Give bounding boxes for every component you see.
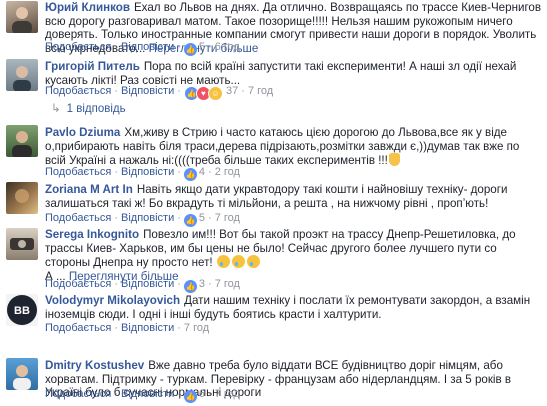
reply-button[interactable]: Відповісти xyxy=(121,278,174,290)
avatar[interactable]: BB xyxy=(6,294,38,326)
reply-button[interactable]: Відповісти xyxy=(121,212,174,224)
reply-button[interactable]: Відповісти xyxy=(121,41,174,53)
thumbs-up-icon: 👍 xyxy=(183,214,197,227)
comment-actions: Подобається · Відповісти · 👍 4 · 2 год xyxy=(45,166,240,181)
comment-4: Zoriana M Art In Навіть якщо дати укравто… xyxy=(6,181,543,227)
crying-emoji-icon xyxy=(246,255,260,268)
reply-arrow-icon: ↳ xyxy=(51,103,61,115)
svg-text:BB: BB xyxy=(14,305,30,317)
thumbs-up-icon: 👍 xyxy=(183,168,197,181)
like-button[interactable]: Подобається xyxy=(45,322,111,334)
like-button[interactable]: Подобається xyxy=(45,388,111,400)
comment-time[interactable]: 6 год xyxy=(215,41,240,53)
reply-button[interactable]: Відповісти xyxy=(121,322,174,334)
reply-button[interactable]: Відповісти xyxy=(121,388,174,400)
like-count[interactable]: 37 xyxy=(226,85,238,97)
like-button[interactable]: Подобається xyxy=(45,85,111,97)
comment-7: Dmitry Kostushev Вже давно треба було від… xyxy=(6,357,543,405)
avatar[interactable] xyxy=(6,358,38,390)
comment-body: Volodymyr Mikolayovich Дати нашим техніку… xyxy=(45,294,543,321)
avatar[interactable] xyxy=(6,1,38,33)
comment-actions: Подобається · Відповісти · 👍 5 · 6 год xyxy=(45,41,240,56)
comment-actions: Подобається · Відповісти · 7 год xyxy=(45,322,210,334)
like-button[interactable]: Подобається xyxy=(45,278,111,290)
comment-author[interactable]: Юрий Клинков xyxy=(45,1,130,14)
like-count[interactable]: 5 xyxy=(199,41,205,53)
like-button[interactable]: Подобається xyxy=(45,212,111,224)
comment-actions: Подобається · Відповісти · 👍 3 · 7 год xyxy=(45,278,240,293)
comment-body: Zoriana M Art In Навіть якщо дати укравто… xyxy=(45,183,543,210)
comment-time[interactable]: 7 год xyxy=(215,212,240,224)
avatar[interactable] xyxy=(6,59,38,91)
comment-3: Pavlo Dziuma Хм,живу в Стрию і часто ката… xyxy=(6,124,543,181)
thumbs-up-icon: 👍 xyxy=(183,280,197,293)
comment-actions: Подобається · Відповісти · 👍 5 · 7 год xyxy=(45,212,240,227)
comment-1: Юрий Клинков Ехал во Львов на днях. Да от… xyxy=(6,0,543,56)
comment-time[interactable]: 7 год xyxy=(248,85,273,97)
thumbs-up-icon: 👍 xyxy=(183,43,197,56)
crying-emoji-icon xyxy=(231,255,245,268)
comment-body: Pavlo Dziuma Хм,живу в Стрию і часто ката… xyxy=(45,126,543,168)
comment-time[interactable]: 7 год xyxy=(215,278,240,290)
comment-time[interactable]: 2 год xyxy=(215,166,240,178)
comment-author[interactable]: Pavlo Dziuma xyxy=(45,126,120,139)
like-count[interactable]: 5 xyxy=(199,212,205,224)
avatar[interactable] xyxy=(6,228,38,260)
avatar[interactable] xyxy=(6,125,38,157)
replies-count[interactable]: 1 відповідь xyxy=(67,103,126,115)
comment-body: Serega Inkognito Повезло им!!! Вот бы так… xyxy=(45,228,543,283)
comment-5: Serega Inkognito Повезло им!!! Вот бы так… xyxy=(6,227,543,293)
comment-6: BB Volodymyr Mikolayovich Дати нашим техн… xyxy=(6,293,543,337)
crying-emoji-icon xyxy=(216,255,230,268)
comment-time[interactable]: 7 год xyxy=(184,322,209,334)
comment-author[interactable]: Serega Inkognito xyxy=(45,228,139,241)
thumbs-up-icon: 👍 xyxy=(183,390,197,403)
like-count[interactable]: 6 xyxy=(199,388,205,400)
reply-button[interactable]: Відповісти xyxy=(121,85,174,97)
comment-2: Григорій Питель Пора по всій країні запус… xyxy=(6,58,543,118)
comment-actions: Подобається · Відповісти · 👍 ♥ ☺ 37 · 7 год xyxy=(45,84,273,101)
comment-author[interactable]: Zoriana M Art In xyxy=(45,183,133,196)
comment-author[interactable]: Григорій Питель xyxy=(45,60,140,73)
like-button[interactable]: Подобається xyxy=(45,166,111,178)
like-count[interactable]: 4 xyxy=(199,166,205,178)
comment-actions: Подобається · Відповісти · 👍 6 · 7 год xyxy=(45,388,240,403)
avatar[interactable] xyxy=(6,182,38,214)
hand-emoji-icon xyxy=(388,153,400,166)
like-button[interactable]: Подобається xyxy=(45,41,111,53)
comment-time[interactable]: 7 год xyxy=(215,388,240,400)
reactions-icon: 👍 ♥ ☺ xyxy=(183,86,223,101)
reply-button[interactable]: Відповісти xyxy=(121,166,174,178)
comment-body: Григорій Питель Пора по всій країні запус… xyxy=(45,60,543,87)
comment-author[interactable]: Dmitry Kostushev xyxy=(45,359,144,372)
like-count[interactable]: 3 xyxy=(199,278,205,290)
comment-author[interactable]: Volodymyr Mikolayovich xyxy=(45,294,180,307)
view-replies-link[interactable]: ↳ 1 відповідь xyxy=(51,101,126,117)
